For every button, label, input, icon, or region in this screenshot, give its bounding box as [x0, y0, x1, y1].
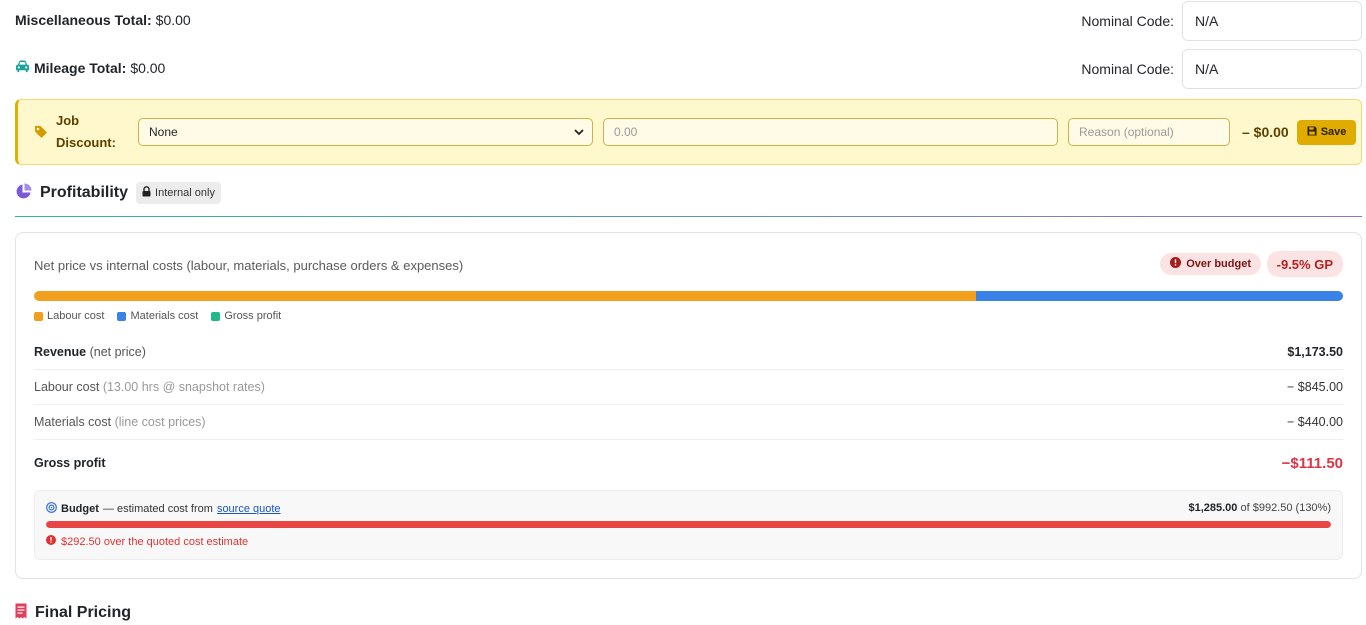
pie-chart-icon [15, 183, 32, 203]
cost-bar-segment-materials-cost [976, 291, 1343, 301]
discount-amount-input[interactable]: 0.00 [603, 118, 1058, 146]
legend-item-labour: Labour cost [34, 310, 104, 322]
revenue-hint: (net price) [89, 345, 146, 359]
budget-panel: Budget — estimated cost from source quot… [34, 490, 1343, 560]
final-pricing-title: Final Pricing [35, 603, 132, 621]
misc-total-label: Miscellaneous Total: [15, 12, 152, 28]
gross-profit-row: Gross profit −$111.50 [34, 440, 1343, 486]
legend-item-gross-profit: Gross profit [211, 310, 281, 322]
labour-cost-value: − $845.00 [1287, 380, 1343, 394]
cost-bar-segment-labour-cost [34, 291, 977, 301]
budget-progress-fill [46, 521, 1331, 528]
budget-warning-text: $292.50 over the quoted cost estimate [61, 535, 249, 548]
job-discount-label-line1: Job [56, 113, 80, 128]
materials-cost-row: Materials cost (line cost prices) − $440… [34, 405, 1343, 440]
alert-circle-icon [46, 535, 56, 548]
gross-profit-label: Gross profit [34, 456, 106, 470]
discount-total: – $0.00 [1242, 124, 1289, 140]
materials-cost-hint: (line cost prices) [114, 415, 206, 429]
target-icon [46, 502, 57, 516]
profitability-card: Net price vs internal costs (labour, mat… [15, 232, 1362, 579]
misc-nominal: Nominal Code: N/A [1081, 1, 1362, 41]
labour-cost-label: Labour cost [34, 380, 100, 394]
profitability-subtitle: Net price vs internal costs (labour, mat… [34, 258, 464, 273]
legend-item-materials: Materials cost [117, 310, 198, 322]
receipt-icon [15, 603, 27, 622]
car-icon [15, 60, 30, 76]
misc-total: Miscellaneous Total: $0.00 [15, 12, 191, 28]
materials-cost-label: Materials cost [34, 415, 112, 429]
discount-type-value: None [149, 125, 178, 139]
revenue-label: Revenue [34, 345, 87, 359]
final-pricing-heading: Final Pricing [15, 603, 131, 622]
discount-type-select[interactable]: None [138, 118, 593, 146]
mileage-nominal-field[interactable]: N/A [1182, 49, 1362, 89]
budget-of: of $992.50 (130%) [1240, 502, 1331, 514]
internal-only-badge: Internal only [136, 182, 221, 204]
profitability-heading: Profitability Internal only [15, 182, 221, 204]
budget-label: Budget [61, 503, 99, 515]
alert-circle-icon [1170, 257, 1182, 271]
save-discount-button[interactable]: Save [1296, 119, 1357, 145]
discount-reason-input[interactable]: Reason (optional) [1068, 118, 1230, 146]
chevron-down-icon [574, 125, 584, 139]
legend-label-materials: Materials cost [130, 310, 199, 322]
budget-warning: $292.50 over the quoted cost estimate [46, 535, 248, 548]
mileage-nominal: Nominal Code: N/A [1081, 49, 1362, 89]
lock-icon [142, 186, 151, 200]
job-discount-label-line2: Discount: [56, 135, 116, 150]
gp-percent-badge: -9.5% GP [1266, 251, 1343, 277]
internal-only-label: Internal only [155, 187, 215, 199]
mileage-total-label: Mileage Total: [34, 60, 127, 76]
misc-nominal-field[interactable]: N/A [1182, 1, 1362, 41]
mileage-total-value: $0.00 [130, 60, 166, 76]
job-discount-panel: Job Discount: None 0.00 Reason (optional… [15, 99, 1362, 165]
cost-legend: Labour cost Materials cost Gross profit [34, 310, 281, 322]
mileage-nominal-label: Nominal Code: [1081, 61, 1174, 77]
budget-actual: $1,285.00 [1188, 502, 1238, 514]
profitability-title: Profitability [40, 184, 129, 201]
budget-amount: $1,285.00 of $992.50 (130%) [1188, 502, 1331, 514]
over-budget-label: Over budget [1186, 258, 1251, 270]
labour-cost-row: Labour cost (13.00 hrs @ snapshot rates)… [34, 370, 1343, 405]
over-budget-badge: Over budget [1160, 253, 1261, 275]
tag-icon [34, 125, 48, 139]
section-divider [15, 216, 1362, 217]
materials-cost-value: − $440.00 [1287, 415, 1343, 429]
budget-desc: — estimated cost from [102, 503, 213, 515]
source-quote-link[interactable]: source quote [217, 503, 281, 515]
revenue-value: $1,173.50 [1287, 345, 1343, 359]
job-discount-label: Job Discount: [56, 110, 126, 154]
profitability-lines: Revenue (net price) $1,173.50 Labour cos… [34, 335, 1343, 486]
save-button-label: Save [1320, 126, 1347, 138]
misc-nominal-label: Nominal Code: [1081, 13, 1174, 29]
legend-swatch-gross-profit [211, 311, 221, 321]
budget-progress-bar [46, 521, 1331, 528]
misc-total-value: $0.00 [155, 12, 191, 28]
labour-cost-hint: (13.00 hrs @ snapshot rates) [102, 380, 265, 394]
revenue-row: Revenue (net price) $1,173.50 [34, 335, 1343, 370]
floppy-disk-icon [1307, 126, 1317, 139]
legend-swatch-materials [117, 311, 127, 321]
gross-profit-value: −$111.50 [1281, 454, 1343, 472]
cost-breakdown-bar [34, 291, 1343, 301]
legend-label-gross-profit: Gross profit [224, 310, 282, 322]
mileage-total: Mileage Total: $0.00 [15, 60, 165, 76]
legend-label-labour: Labour cost [47, 310, 105, 322]
budget-header: Budget — estimated cost from source quot… [46, 502, 281, 516]
legend-swatch-labour [34, 311, 43, 321]
